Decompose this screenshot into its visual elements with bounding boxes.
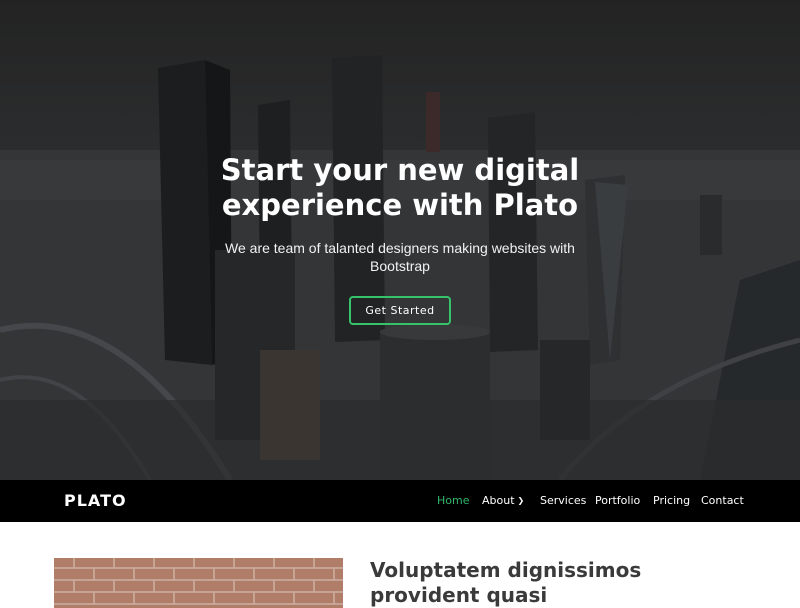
hero-content: Start your new digital experience with P… [0, 0, 800, 480]
brand-logo[interactable]: PLATO [64, 490, 127, 512]
nav-item-portfolio[interactable]: Portfolio [595, 494, 640, 508]
main-navbar: PLATO Home About ❯ Services Portfolio Pri… [0, 480, 800, 522]
chevron-down-icon: ❯ [517, 496, 525, 505]
brick-wall-image [54, 558, 343, 608]
nav-item-home[interactable]: Home [437, 494, 469, 508]
nav-item-about-label: About [482, 494, 515, 507]
brick-pattern [54, 558, 343, 608]
section-title: Voluptatem dignissimos provident quasi [370, 558, 642, 607]
nav-item-services[interactable]: Services [540, 494, 586, 508]
about-section: Voluptatem dignissimos provident quasi [0, 522, 800, 608]
nav-item-contact[interactable]: Contact [701, 494, 744, 508]
hero-title: Start your new digital experience with P… [220, 153, 580, 222]
get-started-button[interactable]: Get Started [349, 296, 451, 325]
hero-section: Start your new digital experience with P… [0, 0, 800, 480]
hero-subtitle: We are team of talanted designers making… [225, 240, 575, 274]
nav-item-pricing[interactable]: Pricing [653, 494, 690, 508]
nav-item-about[interactable]: About ❯ [482, 494, 524, 508]
